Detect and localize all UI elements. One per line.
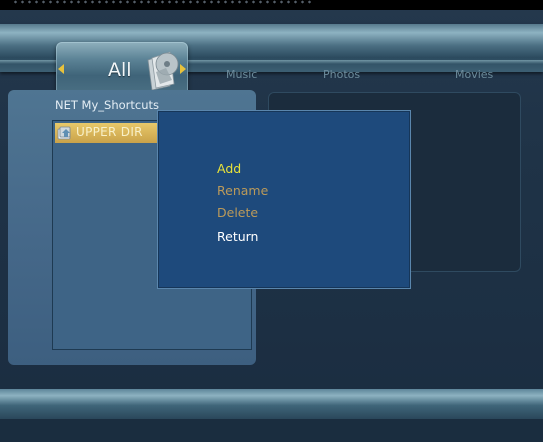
menu-item-add[interactable]: Add [217,161,241,176]
upper-dir-icon [57,126,71,140]
top-border-dots [12,0,312,4]
shortcut-options-popup: Add Rename Delete Return [157,110,411,289]
current-path: NET My_Shortcuts [55,98,159,112]
list-item-upper-dir[interactable]: UPPER DIR [55,123,163,143]
tab-photos[interactable]: Photos [323,68,360,81]
tab-music[interactable]: Music [226,68,257,81]
bottom-band [0,419,543,442]
bottom-bar [0,389,543,419]
menu-item-delete[interactable]: Delete [217,205,258,220]
top-navigation-bar: All Music Photos Movies [0,24,543,98]
arrow-left-icon[interactable] [58,64,64,74]
tab-movies[interactable]: Movies [455,68,493,81]
top-border [0,0,543,10]
media-player-screen: All Music Photos Movies NET My_Shortcuts [0,0,543,442]
menu-item-return[interactable]: Return [217,229,258,244]
media-all-icon [147,51,179,91]
tab-all-label: All [108,59,132,81]
upper-dir-label: UPPER DIR [76,125,143,139]
menu-item-rename[interactable]: Rename [217,183,268,198]
arrow-right-icon[interactable] [180,64,186,74]
